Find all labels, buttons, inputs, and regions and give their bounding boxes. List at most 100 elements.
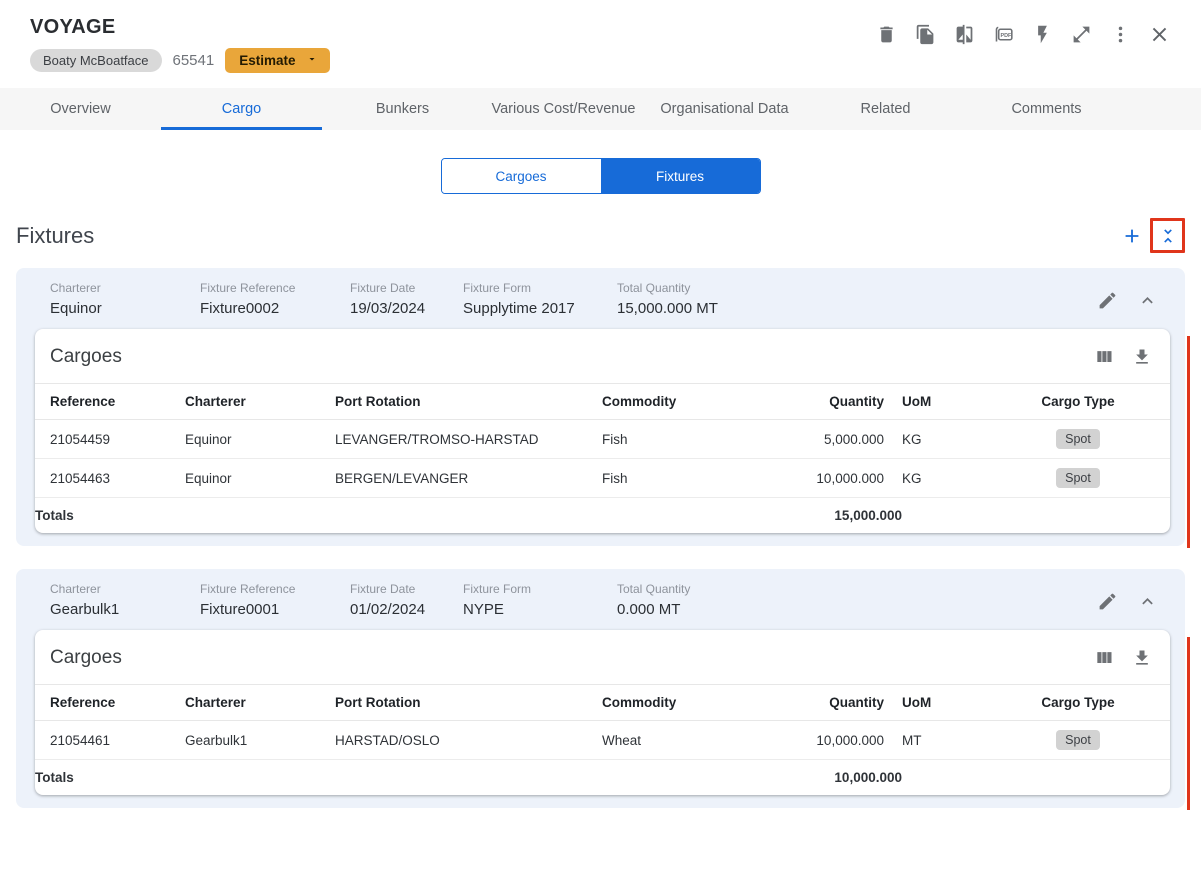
columns-icon[interactable] bbox=[1094, 648, 1114, 668]
cell-commodity: Fish bbox=[602, 419, 772, 459]
fixture-summary: Charterer Equinor Fixture Reference Fixtur… bbox=[16, 268, 1185, 329]
table-row[interactable]: 21054463 Equinor BERGEN/LEVANGER Fish 10… bbox=[35, 458, 1170, 498]
fixture-card-actions bbox=[1097, 290, 1158, 311]
cargoes-table: Reference Charterer Port Rotation Commod… bbox=[35, 684, 1170, 795]
fixtures-toggle-button[interactable]: Fixtures bbox=[600, 159, 760, 193]
field-value: Equinor bbox=[50, 300, 102, 317]
cell-quantity: 10,000.000 bbox=[772, 458, 902, 498]
field-label: Charterer bbox=[50, 582, 101, 596]
col-commodity: Commodity bbox=[602, 383, 772, 420]
edit-pencil-icon[interactable] bbox=[1097, 290, 1118, 311]
validation-error-bar bbox=[1187, 637, 1190, 810]
tab-overview[interactable]: Overview bbox=[0, 88, 161, 130]
field-label: Fixture Form bbox=[463, 582, 532, 596]
vessel-name-chip: Boaty McBoatface bbox=[30, 49, 162, 72]
cell-charterer: Equinor bbox=[185, 419, 335, 459]
tab-comments[interactable]: Comments bbox=[966, 88, 1127, 130]
col-uom: UoM bbox=[902, 684, 986, 721]
col-reference: Reference bbox=[35, 383, 185, 420]
fixture-summary: Charterer Gearbulk1 Fixture Reference Fixt… bbox=[16, 569, 1185, 630]
cell-cargo-type: Spot bbox=[986, 419, 1170, 459]
field-value: NYPE bbox=[463, 601, 504, 618]
col-quantity: Quantity bbox=[772, 383, 902, 420]
chevron-up-icon[interactable] bbox=[1137, 591, 1158, 612]
voyage-identity-row: Boaty McBoatface 65541 Estimate bbox=[30, 48, 1171, 73]
cell-commodity: Wheat bbox=[602, 720, 772, 760]
estimate-dropdown-button[interactable]: Estimate bbox=[225, 48, 330, 73]
cargoes-panel-title: Cargoes bbox=[50, 346, 122, 367]
field-value: 01/02/2024 bbox=[350, 601, 426, 618]
cargoes-toggle-button[interactable]: Cargoes bbox=[441, 159, 601, 193]
col-commodity: Commodity bbox=[602, 684, 772, 721]
copy-icon[interactable] bbox=[913, 22, 937, 46]
col-charterer: Charterer bbox=[185, 383, 335, 420]
col-cargo-type: Cargo Type bbox=[986, 383, 1170, 420]
cell-reference: 21054461 bbox=[35, 720, 185, 760]
field-label: Fixture Date bbox=[350, 582, 416, 596]
field-label: Charterer bbox=[50, 281, 101, 295]
edit-pencil-icon[interactable] bbox=[1097, 591, 1118, 612]
table-row[interactable]: 21054459 Equinor LEVANGER/TROMSO-HARSTAD… bbox=[35, 419, 1170, 459]
col-reference: Reference bbox=[35, 684, 185, 721]
cargoes-panel: Cargoes Reference Charterer Port Rotatio… bbox=[35, 329, 1170, 533]
cell-port-rotation: HARSTAD/OSLO bbox=[335, 720, 602, 760]
totals-label: Totals bbox=[35, 508, 74, 523]
add-fixture-icon[interactable] bbox=[1121, 225, 1143, 247]
tab-related[interactable]: Related bbox=[805, 88, 966, 130]
tab-bunkers[interactable]: Bunkers bbox=[322, 88, 483, 130]
close-icon[interactable] bbox=[1147, 22, 1171, 46]
col-cargo-type: Cargo Type bbox=[986, 684, 1170, 721]
download-icon[interactable] bbox=[1132, 648, 1152, 668]
pdf-export-icon[interactable]: PDF bbox=[991, 22, 1015, 46]
columns-icon[interactable] bbox=[1094, 347, 1114, 367]
totals-quantity: 10,000.000 bbox=[834, 770, 902, 785]
table-header-row: Reference Charterer Port Rotation Commod… bbox=[35, 684, 1170, 721]
field-value: Supplytime 2017 bbox=[463, 300, 575, 317]
voyage-number: 65541 bbox=[172, 52, 215, 69]
field-label: Fixture Date bbox=[350, 281, 416, 295]
cell-uom: KG bbox=[902, 419, 986, 459]
fixtures-section-head: Fixtures bbox=[0, 218, 1201, 253]
fixture-card-actions bbox=[1097, 591, 1158, 612]
cell-quantity: 5,000.000 bbox=[772, 419, 902, 459]
cell-uom: MT bbox=[902, 720, 986, 760]
more-menu-icon[interactable] bbox=[1108, 22, 1132, 46]
fixture-card: Charterer Equinor Fixture Reference Fixtur… bbox=[16, 268, 1190, 548]
field-label: Fixture Reference bbox=[200, 281, 296, 295]
download-icon[interactable] bbox=[1132, 347, 1152, 367]
field-label: Fixture Form bbox=[463, 281, 532, 295]
cargoes-panel-title: Cargoes bbox=[50, 647, 122, 668]
cell-charterer: Gearbulk1 bbox=[185, 720, 335, 760]
estimate-label: Estimate bbox=[239, 53, 296, 68]
validation-error-bar bbox=[1187, 336, 1190, 548]
field-value: 19/03/2024 bbox=[350, 300, 426, 317]
cell-commodity: Fish bbox=[602, 458, 772, 498]
col-port-rotation: Port Rotation bbox=[335, 684, 602, 721]
cargoes-table: Reference Charterer Port Rotation Commod… bbox=[35, 383, 1170, 533]
totals-row: Totals 10,000.000 bbox=[35, 760, 1170, 796]
collapse-all-icon[interactable] bbox=[1150, 218, 1185, 253]
table-header-row: Reference Charterer Port Rotation Commod… bbox=[35, 383, 1170, 420]
expand-icon[interactable] bbox=[1069, 22, 1093, 46]
cargo-type-badge: Spot bbox=[1056, 429, 1100, 449]
tab-various-cost-revenue[interactable]: Various Cost/Revenue bbox=[483, 88, 644, 130]
col-port-rotation: Port Rotation bbox=[335, 383, 602, 420]
totals-quantity: 15,000.000 bbox=[834, 508, 902, 523]
totals-row: Totals 15,000.000 bbox=[35, 498, 1170, 534]
cell-cargo-type: Spot bbox=[986, 458, 1170, 498]
caret-down-icon bbox=[306, 53, 318, 68]
tab-cargo[interactable]: Cargo bbox=[161, 88, 322, 130]
view-toggle-group: Cargoes Fixtures bbox=[440, 158, 761, 194]
cell-cargo-type: Spot bbox=[986, 720, 1170, 760]
compare-icon[interactable] bbox=[952, 22, 976, 46]
svg-text:PDF: PDF bbox=[1000, 33, 1012, 39]
window-toolbar: PDF bbox=[874, 22, 1171, 46]
tab-organisational-data[interactable]: Organisational Data bbox=[644, 88, 805, 130]
cell-charterer: Equinor bbox=[185, 458, 335, 498]
flash-icon[interactable] bbox=[1030, 22, 1054, 46]
table-row[interactable]: 21054461 Gearbulk1 HARSTAD/OSLO Wheat 10… bbox=[35, 720, 1170, 760]
chevron-up-icon[interactable] bbox=[1137, 290, 1158, 311]
cell-uom: KG bbox=[902, 458, 986, 498]
delete-icon[interactable] bbox=[874, 22, 898, 46]
col-charterer: Charterer bbox=[185, 684, 335, 721]
